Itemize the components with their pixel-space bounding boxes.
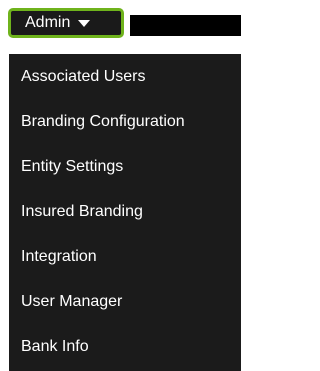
admin-menu-label: Admin — [25, 14, 71, 31]
menu-item-branding-configuration[interactable]: Branding Configuration — [9, 99, 241, 144]
menu-item-bank-info[interactable]: Bank Info — [9, 324, 241, 369]
caret-down-icon — [78, 19, 91, 27]
top-bar-background — [130, 15, 241, 36]
menu-item-associated-users[interactable]: Associated Users — [9, 54, 241, 99]
top-bar: Admin — [0, 0, 241, 45]
menu-item-insured-branding[interactable]: Insured Branding — [9, 189, 241, 234]
admin-dropdown-menu: Associated Users Branding Configuration … — [9, 54, 241, 371]
admin-menu-button[interactable]: Admin — [8, 8, 124, 38]
menu-item-integration[interactable]: Integration — [9, 234, 241, 279]
menu-item-entity-settings[interactable]: Entity Settings — [9, 144, 241, 189]
screen: Admin Associated Users Branding Configur… — [0, 0, 241, 371]
menu-item-user-manager[interactable]: User Manager — [9, 279, 241, 324]
